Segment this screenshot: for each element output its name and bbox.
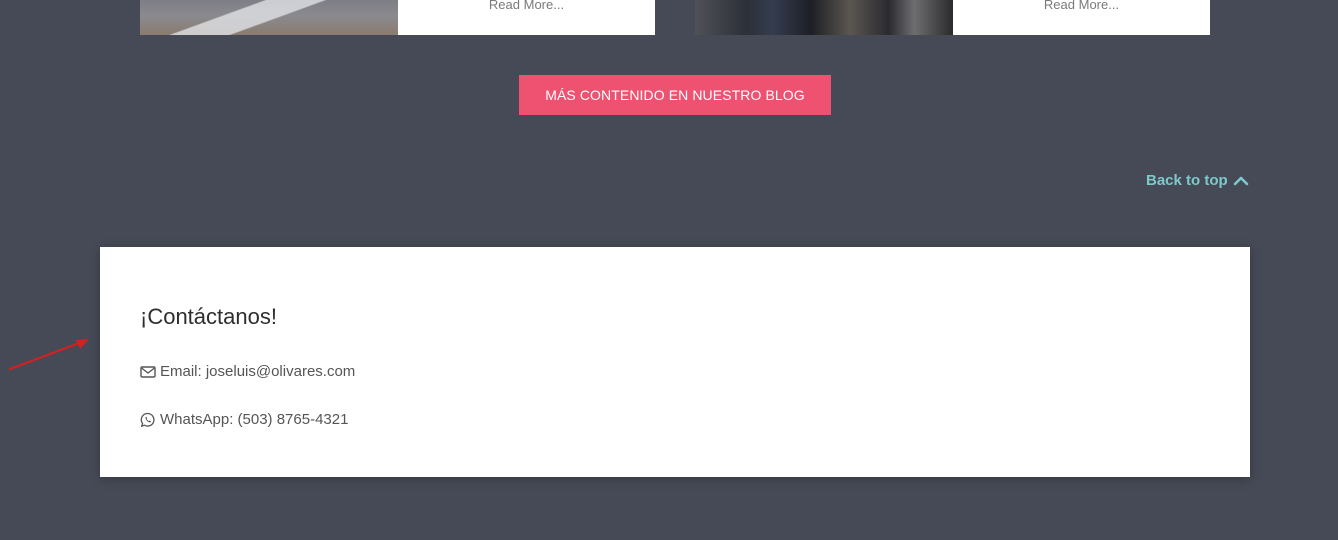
blog-card-body: Read More... xyxy=(953,0,1210,35)
read-more-link[interactable]: Read More... xyxy=(953,0,1210,15)
blog-card: Read More... xyxy=(695,0,1210,35)
read-more-link[interactable]: Read More... xyxy=(398,0,655,15)
back-to-top-link[interactable]: Back to top xyxy=(1146,171,1249,191)
contact-whatsapp-line: WhatsApp: (503) 8765-4321 xyxy=(140,410,348,430)
contact-email-line: Email: joseluis@olivares.com xyxy=(140,362,355,382)
blog-card-image[interactable] xyxy=(695,0,953,35)
contact-section: ¡Contáctanos! Email: joseluis@olivares.c… xyxy=(100,247,1250,477)
blog-card-image[interactable] xyxy=(140,0,398,35)
blog-card-body: Read More... xyxy=(398,0,655,35)
blog-card: Read More... xyxy=(140,0,655,35)
whatsapp-icon xyxy=(140,412,156,428)
red-arrow-annotation-icon xyxy=(8,339,89,371)
more-blog-content-button[interactable]: MÁS CONTENIDO EN NUESTRO BLOG xyxy=(519,75,831,115)
back-to-top-label: Back to top xyxy=(1146,172,1228,189)
contact-title: ¡Contáctanos! xyxy=(140,304,277,329)
chevron-up-icon xyxy=(1233,173,1249,189)
contact-email-text[interactable]: Email: joseluis@olivares.com xyxy=(160,362,355,382)
envelope-icon xyxy=(140,364,156,380)
contact-whatsapp-text[interactable]: WhatsApp: (503) 8765-4321 xyxy=(160,410,348,430)
